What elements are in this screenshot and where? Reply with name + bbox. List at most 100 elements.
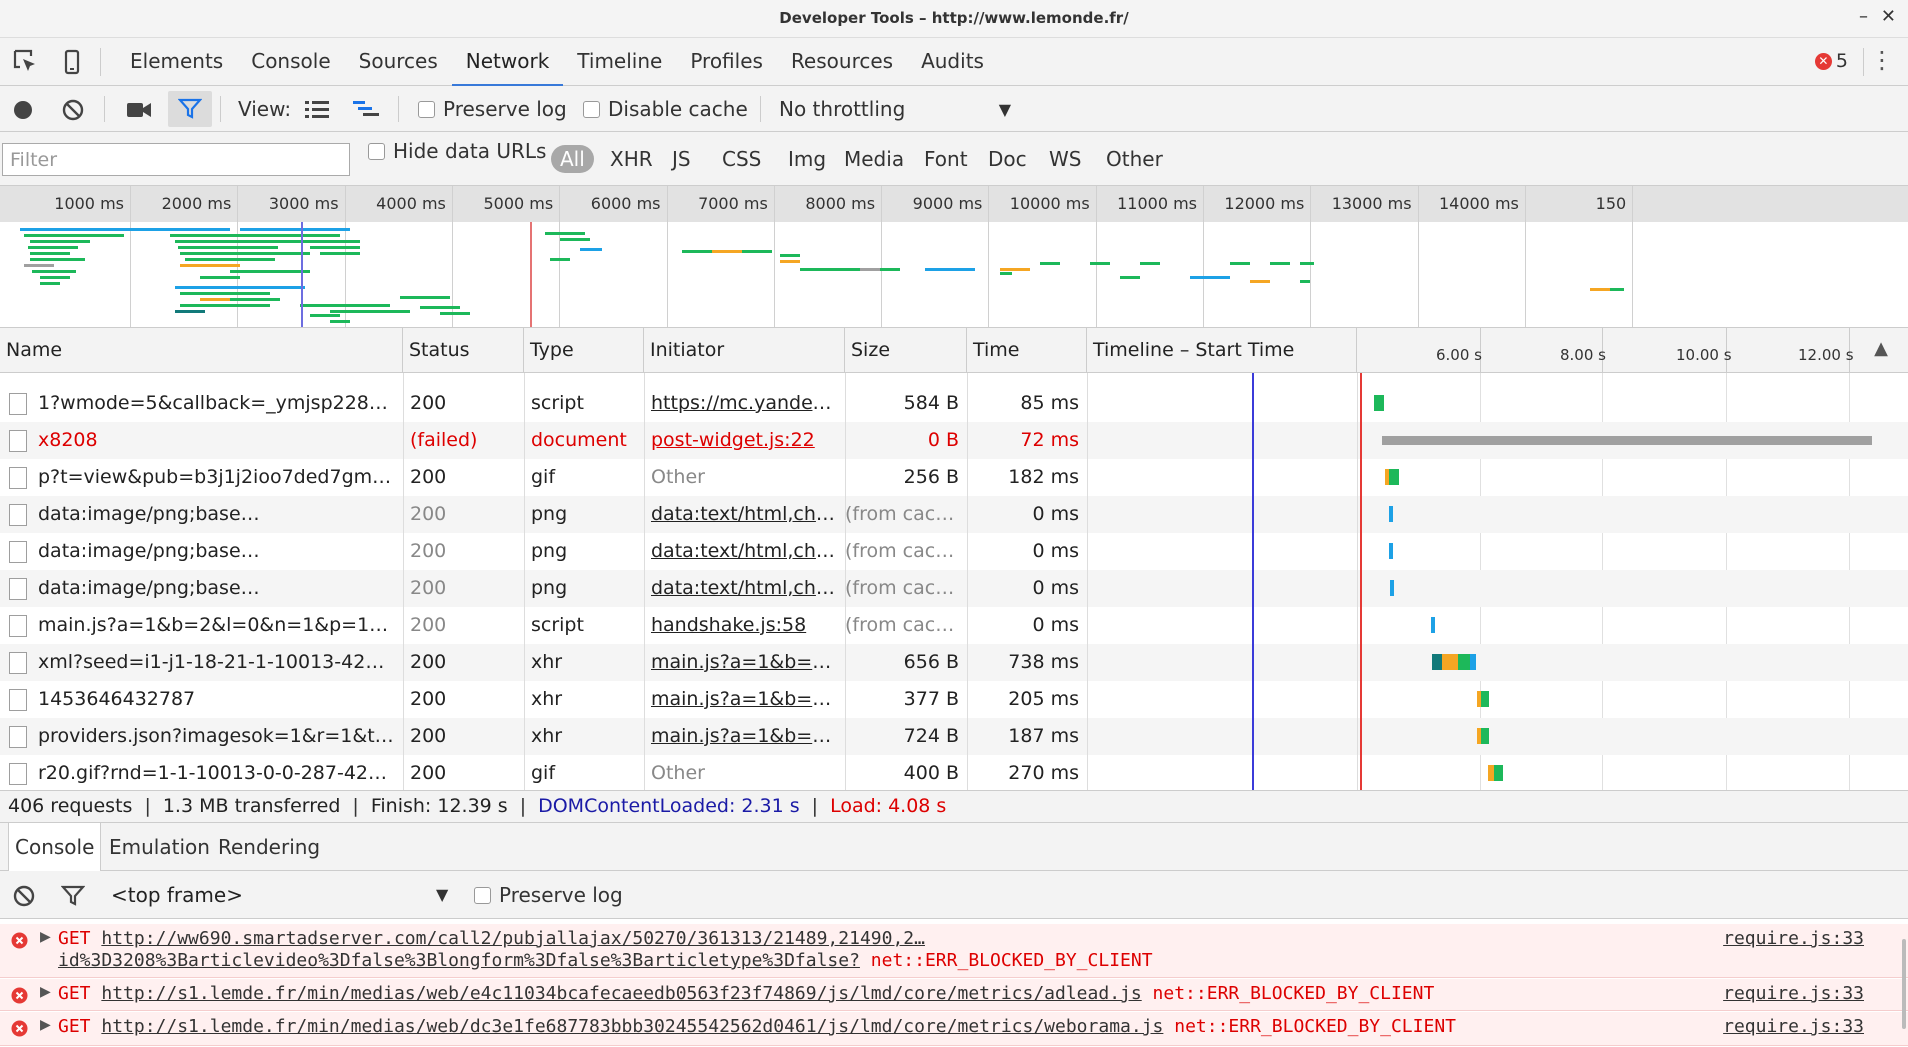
message-url[interactable]: http://s1.lemde.fr/min/medias/web/dc3e1f… — [101, 1016, 1163, 1037]
table-row[interactable]: data:image/png;base… 200 png data:text/html… — [0, 496, 1908, 533]
type-filter-font[interactable]: Font — [918, 145, 974, 173]
table-row[interactable]: 1?wmode=5&callback=_ymjsp2281348… 200 scri… — [0, 385, 1908, 422]
error-icon — [11, 987, 28, 1004]
column-header-size[interactable]: Size — [845, 328, 967, 373]
request-size: (from cache) — [845, 540, 959, 562]
column-header-initiator[interactable]: Initiator — [644, 328, 845, 373]
table-row[interactable]: providers.json?imagesok=1&r=1&t=1&… 200 xh… — [0, 718, 1908, 755]
disable-cache-checkbox[interactable]: Disable cache — [583, 86, 748, 132]
table-row[interactable]: main.js?a=1&b=2&l=0&n=1&p=1&t=1&r… 200 scr… — [0, 607, 1908, 644]
console-preserve-log-box[interactable] — [474, 886, 491, 904]
table-row[interactable]: x8208 (failed) document post-widget.js:22 0 … — [0, 422, 1908, 459]
message-source-link[interactable]: require.js:33 — [1723, 1016, 1864, 1037]
filter-input[interactable] — [2, 143, 350, 176]
throttling-select[interactable]: No throttling ▼ — [779, 86, 1019, 132]
request-initiator[interactable]: data:text/html,chro… — [651, 533, 841, 570]
disable-cache-box[interactable] — [583, 100, 600, 118]
overview-request-bar — [860, 268, 880, 271]
column-header-type[interactable]: Type — [524, 328, 644, 373]
request-initiator[interactable]: data:text/html,chro… — [651, 496, 841, 533]
tab-timeline[interactable]: Timeline — [563, 38, 676, 86]
preserve-log-checkbox[interactable]: Preserve log — [418, 86, 567, 132]
tab-sources[interactable]: Sources — [345, 38, 452, 86]
request-initiator[interactable]: data:text/html,chro… — [651, 570, 841, 607]
message-url[interactable]: http://s1.lemde.fr/min/medias/web/e4c110… — [101, 983, 1141, 1004]
execution-context-select[interactable]: <top frame> — [111, 871, 243, 919]
type-filter-img[interactable]: Img — [782, 145, 832, 173]
expand-triangle-icon[interactable]: ▶ — [40, 984, 51, 1000]
type-filter-other[interactable]: Other — [1100, 145, 1169, 173]
type-filter-media[interactable]: Media — [838, 145, 910, 173]
type-filter-all[interactable]: All — [551, 145, 594, 173]
console-error-message[interactable]: ▶ GET http://s1.lemde.fr/min/medias/web/… — [0, 1012, 1908, 1046]
error-counter[interactable]: ✕ 5 — [1814, 50, 1848, 72]
request-initiator[interactable]: main.js?a=1&b=2&l… — [651, 718, 841, 755]
tab-audits[interactable]: Audits — [907, 38, 998, 86]
table-row[interactable]: data:image/png;base… 200 png data:text/html… — [0, 570, 1908, 607]
preserve-log-box[interactable] — [418, 100, 435, 118]
hide-data-urls-box[interactable] — [368, 142, 385, 160]
message-source-link[interactable]: require.js:33 — [1723, 983, 1864, 1004]
message-url[interactable]: http://ww690.smartadserver.com/call2/pub… — [101, 928, 925, 949]
type-filter-css[interactable]: CSS — [716, 145, 767, 173]
device-mode-icon[interactable] — [58, 48, 86, 76]
table-row[interactable]: 1453646432787 200 xhr main.js?a=1&b=2&l… 377… — [0, 681, 1908, 718]
type-filter-ws[interactable]: WS — [1043, 145, 1087, 173]
tab-elements[interactable]: Elements — [116, 38, 237, 86]
console-scrollbar[interactable] — [1902, 939, 1906, 1029]
console-filter-icon[interactable] — [61, 885, 85, 907]
large-rows-icon[interactable] — [304, 99, 330, 119]
more-menu-icon[interactable]: ⋮ — [1870, 46, 1894, 74]
console-preserve-log-checkbox[interactable]: Preserve log — [474, 871, 623, 919]
filter-toggle-button[interactable] — [168, 91, 212, 127]
file-icon — [9, 467, 27, 489]
type-filter-doc[interactable]: Doc — [982, 145, 1033, 173]
request-initiator[interactable]: handshake.js:58 — [651, 607, 841, 644]
clear-icon[interactable] — [62, 99, 84, 121]
network-overview[interactable]: 1000 ms 2000 ms 3000 ms 4000 ms 5000 ms 6000 … — [0, 186, 1908, 328]
type-filter-js[interactable]: JS — [666, 145, 697, 173]
inspect-element-icon[interactable] — [12, 48, 40, 76]
request-initiator[interactable]: https://mc.yandex.r… — [651, 385, 841, 422]
overview-icon[interactable] — [352, 99, 380, 119]
tab-network[interactable]: Network — [451, 38, 564, 86]
expand-triangle-icon[interactable]: ▶ — [40, 1017, 51, 1033]
close-window-button[interactable]: ✕ — [1881, 6, 1896, 27]
request-initiator[interactable]: post-widget.js:22 — [651, 422, 841, 459]
message-url-continued[interactable]: id%3D3208%3Barticlevideo%3Dfalse%3Blongf… — [58, 950, 860, 971]
minimize-button[interactable]: – — [1859, 6, 1868, 27]
message-source-link[interactable]: require.js:33 — [1723, 928, 1864, 949]
table-row[interactable]: data:image/png;base… 200 png data:text/html… — [0, 533, 1908, 570]
console-error-message[interactable]: ▶ GET http://ww690.smartadserver.com/cal… — [0, 924, 1908, 978]
console-error-message[interactable]: ▶ GET http://s1.lemde.fr/min/medias/web/… — [0, 979, 1908, 1011]
hide-data-urls-checkbox[interactable]: Hide data URLs — [368, 136, 546, 166]
clear-console-icon[interactable] — [13, 885, 35, 907]
request-size: 0 B — [927, 429, 959, 451]
column-header-name[interactable]: Name — [0, 328, 403, 373]
type-filter-xhr[interactable]: XHR — [604, 145, 659, 173]
drawer-tab-emulation[interactable]: Emulation — [103, 823, 216, 871]
expand-triangle-icon[interactable]: ▶ — [40, 929, 51, 945]
capture-screenshots-icon[interactable] — [126, 100, 152, 120]
file-icon — [9, 726, 27, 748]
table-row[interactable]: p?t=view&pub=b3j1j2ioo7ded7gm2i3l&… 200 gi… — [0, 459, 1908, 496]
sort-ascending-icon[interactable]: ▲ — [1874, 338, 1888, 359]
drawer-tab-rendering[interactable]: Rendering — [212, 823, 326, 871]
tab-console[interactable]: Console — [237, 38, 344, 86]
table-row[interactable]: xml?seed=i1-j1-18-21-1-10013-429623… 200 x… — [0, 644, 1908, 681]
overview-request-bar — [310, 246, 360, 249]
request-initiator[interactable]: main.js?a=1&b=2&l… — [651, 681, 841, 718]
column-header-time[interactable]: Time — [967, 328, 1087, 373]
drawer-tab-console[interactable]: Console — [8, 823, 102, 872]
column-header-timeline[interactable]: Timeline – Start Time — [1087, 328, 1357, 373]
chevron-down-icon[interactable]: ▼ — [436, 885, 448, 904]
record-icon[interactable] — [12, 99, 34, 121]
file-icon — [9, 578, 27, 600]
tab-resources[interactable]: Resources — [777, 38, 907, 86]
overview-request-bar — [240, 228, 350, 231]
tab-profiles[interactable]: Profiles — [676, 38, 777, 86]
column-header-status[interactable]: Status — [403, 328, 524, 373]
request-initiator[interactable]: main.js?a=1&b=2&l… — [651, 644, 841, 681]
waterfall-bar — [1481, 691, 1489, 707]
table-row[interactable]: r20.gif?rnd=1-1-10013-0-0-287-429623… 200… — [0, 755, 1908, 790]
